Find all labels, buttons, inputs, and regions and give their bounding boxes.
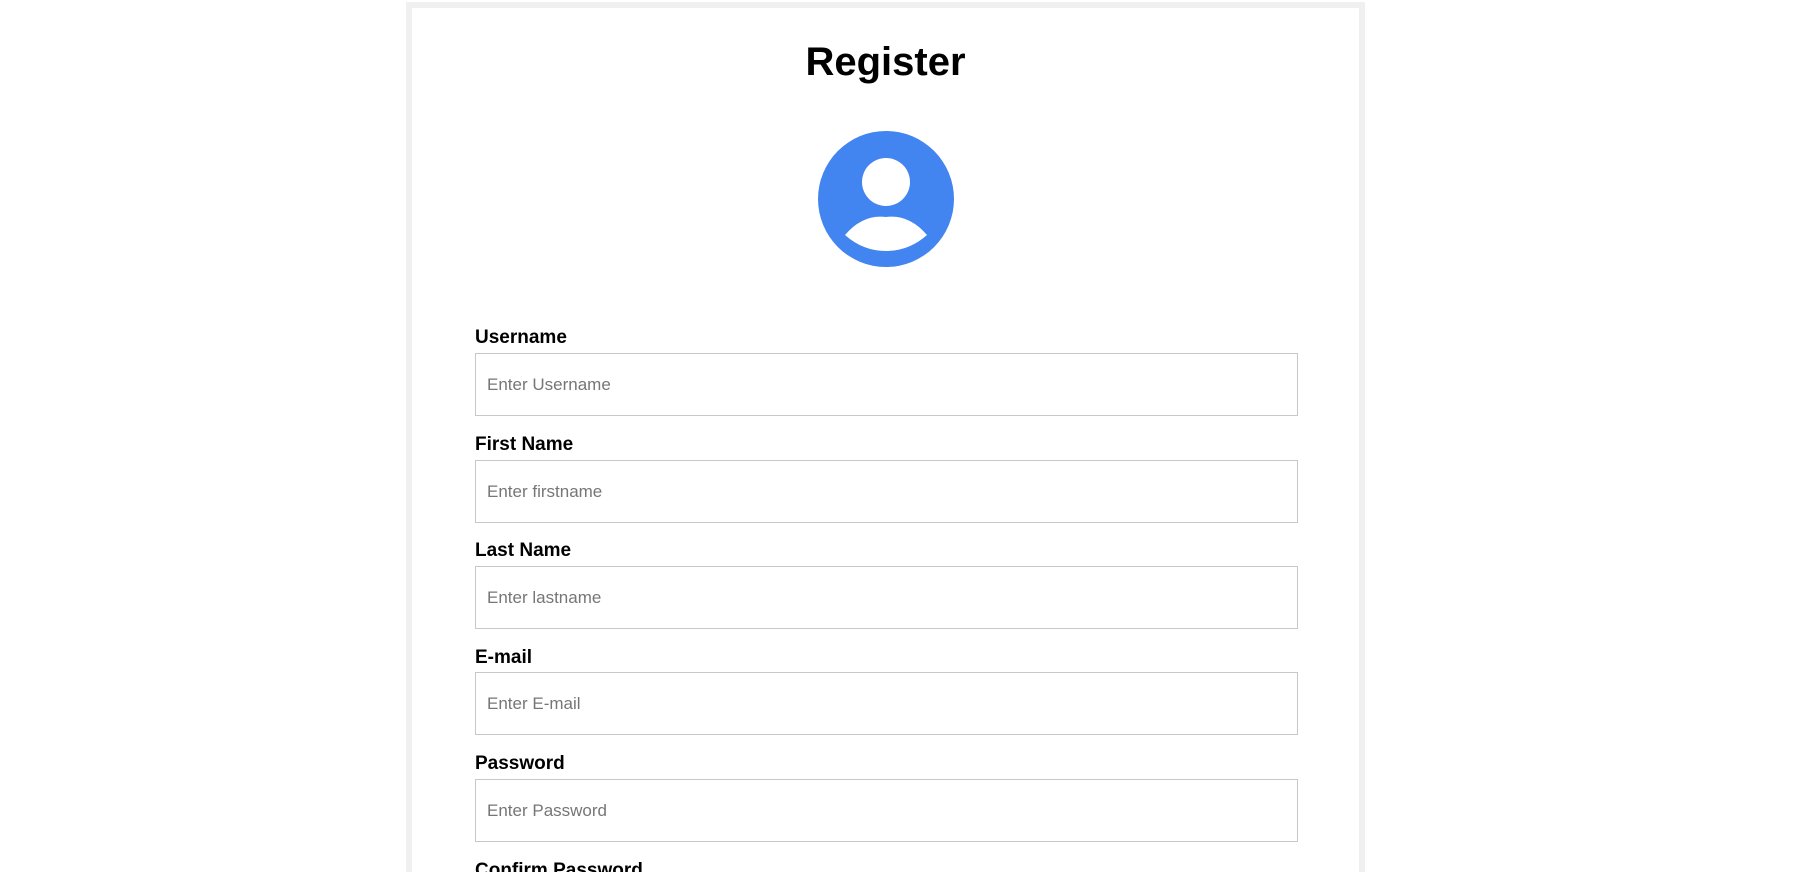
password-input[interactable] [475,779,1298,842]
firstname-input[interactable] [475,460,1298,523]
register-card: Register Username First Name Last Name E… [412,8,1359,872]
lastname-label: Last Name [475,540,572,561]
user-avatar-icon [818,131,954,267]
register-card-frame: Register Username First Name Last Name E… [406,2,1365,872]
confirm-password-label: Confirm Password [475,860,643,872]
username-label: Username [475,327,567,348]
lastname-input[interactable] [475,566,1298,629]
firstname-label: First Name [475,434,574,455]
email-input[interactable] [475,672,1298,735]
email-label: E-mail [475,647,533,668]
page-title: Register [805,40,966,84]
register-page: Register Username First Name Last Name E… [0,0,1802,872]
password-label: Password [475,753,565,774]
username-input[interactable] [475,353,1298,416]
